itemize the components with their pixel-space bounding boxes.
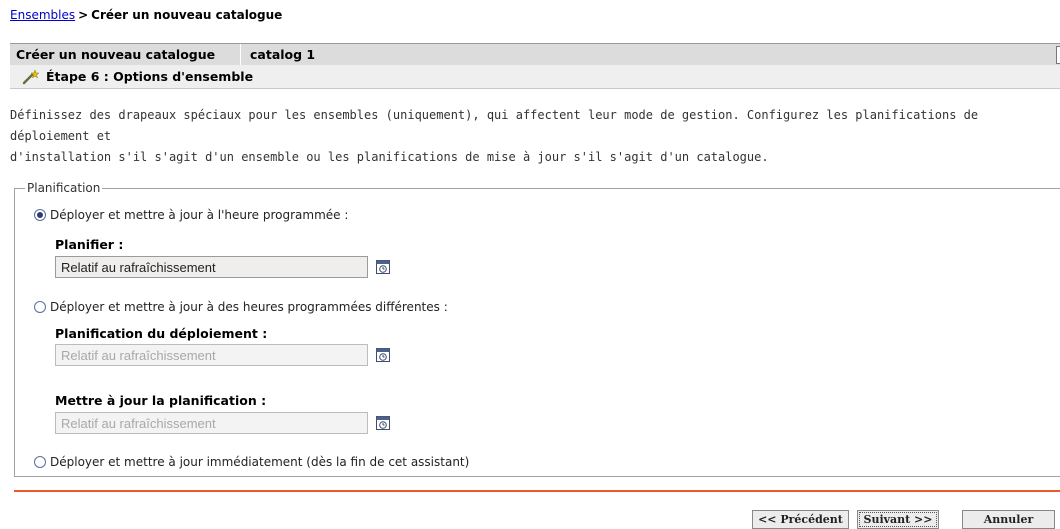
calendar-icon[interactable] <box>375 259 391 275</box>
wand-icon <box>22 69 40 85</box>
calendar-icon[interactable] <box>375 347 391 363</box>
help-button[interactable]: ? <box>1056 46 1060 64</box>
radio-immediately-label: Déployer et mettre à jour immédiatement … <box>50 455 470 469</box>
deploy-schedule-field[interactable] <box>55 344 368 366</box>
update-schedule-label: Mettre à jour la planification : <box>55 393 267 408</box>
breadcrumb: Ensembles > Créer un nouveau catalogue <box>10 8 282 22</box>
deploy-schedule-label: Planification du déploiement : <box>55 326 268 341</box>
cancel-button[interactable]: Annuler <box>962 510 1055 529</box>
next-button[interactable]: Suivant >> <box>857 510 939 529</box>
update-schedule-field[interactable] <box>55 412 368 434</box>
wizard-title: Créer un nouveau catalogue <box>16 47 216 62</box>
radio-immediately[interactable] <box>34 456 46 468</box>
planning-legend: Planification <box>27 181 101 195</box>
radio-scheduled-time-label: Déployer et mettre à jour à l'heure prog… <box>50 208 349 222</box>
step-description: Définissez des drapeaux spéciaux pour le… <box>10 105 1060 168</box>
wizard-header: Créer un nouveau catalogue catalog 1 ? <box>10 43 1060 65</box>
footer-divider <box>14 490 1060 492</box>
catalog-name: catalog 1 <box>250 47 316 62</box>
previous-button[interactable]: << Précédent <box>752 510 849 529</box>
radio-different-times-label: Déployer et mettre à jour à des heures p… <box>50 300 448 314</box>
calendar-icon[interactable] <box>375 415 391 431</box>
radio-different-times[interactable] <box>34 301 46 313</box>
radio-scheduled-time[interactable] <box>34 209 46 221</box>
schedule-label: Planifier : <box>55 237 124 252</box>
step-title: Étape 6 : Options d'ensemble <box>46 69 254 84</box>
schedule-field[interactable] <box>55 256 368 278</box>
step-header: Étape 6 : Options d'ensemble <box>10 65 1060 89</box>
breadcrumb-current: Créer un nouveau catalogue <box>91 8 283 22</box>
breadcrumb-link-ensembles[interactable]: Ensembles <box>10 8 75 22</box>
header-divider <box>240 44 241 65</box>
description-line-1: Définissez des drapeaux spéciaux pour le… <box>10 108 979 143</box>
breadcrumb-separator: > <box>78 8 89 22</box>
description-line-2: d'installation s'il s'agit d'un ensemble… <box>10 150 769 164</box>
